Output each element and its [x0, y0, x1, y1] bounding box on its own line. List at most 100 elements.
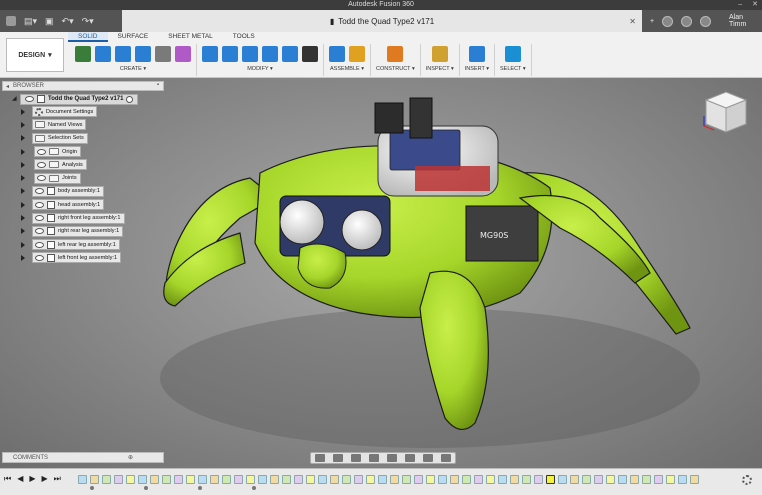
timeline-feature-icon[interactable]: [78, 474, 87, 484]
timeline-feature-icon[interactable]: [390, 474, 399, 484]
help-icon[interactable]: [700, 15, 712, 27]
timeline-feature-icon[interactable]: [534, 474, 543, 484]
sketch-icon[interactable]: [75, 46, 91, 62]
shell-icon[interactable]: [135, 46, 151, 62]
browser-item[interactable]: left rear leg assembly:1: [2, 238, 164, 251]
timeline-feature-icon[interactable]: [270, 474, 279, 484]
timeline-feature-icon[interactable]: [366, 474, 375, 484]
activate-radio-icon[interactable]: [126, 95, 134, 103]
visibility-eye-icon[interactable]: [35, 254, 44, 261]
grid-settings-icon[interactable]: [423, 454, 433, 462]
timeline-feature-icon[interactable]: [354, 474, 363, 484]
visibility-eye-icon[interactable]: [35, 228, 44, 235]
tab-sheet-metal[interactable]: SHEET METAL: [158, 32, 223, 42]
new-component-icon[interactable]: [329, 46, 345, 62]
tool-group-label[interactable]: MODIFY ▾: [247, 66, 273, 72]
undo-icon[interactable]: ↶▾: [62, 16, 74, 27]
expand-arrow-icon[interactable]: [21, 175, 25, 182]
step-forward-icon[interactable]: ▶: [42, 474, 48, 484]
notifications-icon[interactable]: [681, 15, 693, 27]
expand-arrow-icon[interactable]: [21, 215, 25, 222]
revolve-icon[interactable]: [115, 46, 131, 62]
timeline-feature-icon[interactable]: [114, 474, 123, 484]
comments-panel[interactable]: COMMENTS ⊕: [2, 452, 164, 463]
timeline-feature-icon[interactable]: [174, 474, 183, 484]
save-icon[interactable]: ▣: [45, 16, 54, 27]
timeline-feature-icon[interactable]: [438, 474, 447, 484]
tool-group-label[interactable]: ASSEMBLE ▾: [330, 66, 364, 72]
expand-arrow-icon[interactable]: [21, 108, 25, 115]
right-eye-sensor[interactable]: [341, 209, 383, 251]
visibility-eye-icon[interactable]: [35, 241, 44, 248]
step-back-icon[interactable]: ◀: [17, 474, 23, 484]
pin-icon[interactable]: ▪: [157, 82, 159, 88]
browser-item[interactable]: right front leg assembly:1: [2, 211, 164, 224]
browser-item[interactable]: Origin: [2, 145, 164, 158]
timeline-feature-icon[interactable]: [546, 474, 555, 484]
timeline-track[interactable]: [78, 473, 738, 485]
redo-icon[interactable]: ↷▾: [82, 16, 94, 27]
timeline-feature-icon[interactable]: [690, 474, 699, 484]
browser-item[interactable]: Selection Sets: [2, 132, 164, 145]
browser-item[interactable]: Document Settings: [2, 105, 164, 118]
expand-root-icon[interactable]: ◢: [12, 95, 17, 102]
timeline-feature-icon[interactable]: [570, 474, 579, 484]
visibility-eye-icon[interactable]: [37, 175, 46, 182]
timeline-feature-icon[interactable]: [222, 474, 231, 484]
go-to-end-icon[interactable]: ⏭: [54, 474, 61, 484]
timeline-feature-icon[interactable]: [306, 474, 315, 484]
tool-group-label[interactable]: SELECT ▾: [500, 66, 526, 72]
timeline-feature-icon[interactable]: [198, 474, 207, 484]
expand-arrow-icon[interactable]: [21, 241, 25, 248]
browser-item[interactable]: left front leg assembly:1: [2, 251, 164, 264]
left-eye-sensor[interactable]: [279, 199, 325, 245]
expand-arrow-icon[interactable]: [21, 254, 25, 261]
timeline-feature-icon[interactable]: [666, 474, 675, 484]
close-tab-icon[interactable]: ✕: [629, 17, 636, 26]
expand-arrow-icon[interactable]: [21, 148, 25, 155]
browser-item[interactable]: Analysis: [2, 158, 164, 171]
timeline-feature-icon[interactable]: [210, 474, 219, 484]
sensor-mast[interactable]: [409, 97, 433, 139]
timeline-feature-icon[interactable]: [474, 474, 483, 484]
tab-surface[interactable]: SURFACE: [108, 32, 159, 42]
browser-item[interactable]: body assembly:1: [2, 185, 164, 198]
timeline-feature-icon[interactable]: [186, 474, 195, 484]
expand-arrow-icon[interactable]: [21, 161, 25, 168]
timeline-feature-icon[interactable]: [282, 474, 291, 484]
press-pull-icon[interactable]: [202, 46, 218, 62]
timeline-feature-icon[interactable]: [510, 474, 519, 484]
expand-arrow-icon[interactable]: [21, 121, 25, 128]
timeline-feature-icon[interactable]: [606, 474, 615, 484]
offset-plane-icon[interactable]: [387, 46, 404, 62]
expand-arrow-icon[interactable]: [21, 228, 25, 235]
data-panel-icon[interactable]: [6, 16, 16, 26]
timeline-feature-icon[interactable]: [294, 474, 303, 484]
timeline-feature-icon[interactable]: [90, 474, 99, 484]
timeline-feature-icon[interactable]: [558, 474, 567, 484]
tab-tools[interactable]: TOOLS: [223, 32, 265, 42]
expand-arrow-icon[interactable]: [21, 188, 25, 195]
timeline-feature-icon[interactable]: [630, 474, 639, 484]
timeline-feature-icon[interactable]: [258, 474, 267, 484]
play-icon[interactable]: ▶: [29, 474, 35, 484]
close-window-icon[interactable]: ✕: [752, 0, 758, 10]
expand-arrow-icon[interactable]: [21, 201, 25, 208]
insert-image-icon[interactable]: [468, 46, 485, 62]
tab-solid[interactable]: SOLID: [68, 32, 108, 42]
tool-group-label[interactable]: CREATE ▾: [120, 66, 146, 72]
timeline-feature-icon[interactable]: [126, 474, 135, 484]
form-icon[interactable]: [175, 46, 191, 62]
orbit-icon[interactable]: [315, 454, 325, 462]
mast-top[interactable]: [374, 102, 404, 134]
timeline-feature-icon[interactable]: [486, 474, 495, 484]
zoom-icon[interactable]: [369, 454, 379, 462]
select-icon[interactable]: [504, 46, 521, 62]
visibility-eye-icon[interactable]: [35, 201, 44, 208]
file-menu-icon[interactable]: ▤▾: [24, 16, 37, 27]
timeline-feature-icon[interactable]: [426, 474, 435, 484]
visibility-icon[interactable]: [25, 96, 34, 102]
timeline-feature-icon[interactable]: [654, 474, 663, 484]
timeline-feature-icon[interactable]: [342, 474, 351, 484]
timeline-feature-icon[interactable]: [138, 474, 147, 484]
